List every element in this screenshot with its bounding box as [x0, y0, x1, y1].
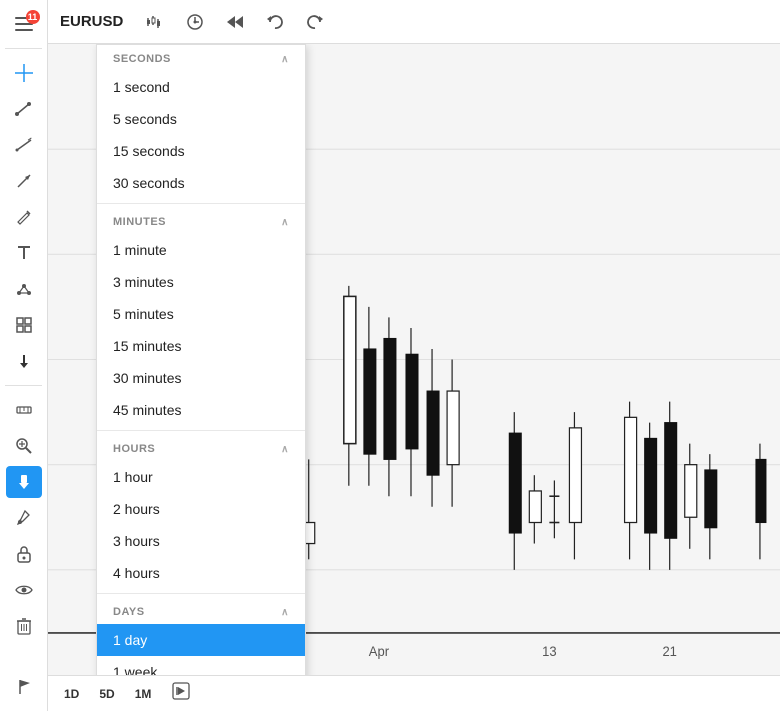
flag-icon[interactable] — [6, 671, 42, 703]
down-arrow-icon[interactable] — [6, 345, 42, 377]
timeframe-5d-button[interactable]: 5D — [91, 684, 122, 704]
arrow-icon[interactable] — [6, 165, 42, 197]
timeframe-1d-button[interactable]: 1D — [56, 684, 87, 704]
dropdown-item-minutes-3[interactable]: 15 minutes — [97, 330, 305, 362]
notification-badge: 11 — [26, 10, 40, 24]
dropdown-item-minutes-2[interactable]: 5 minutes — [97, 298, 305, 330]
eye-icon[interactable] — [6, 574, 42, 606]
dropdown-item-hours-3[interactable]: 4 hours — [97, 557, 305, 589]
ray-icon[interactable] — [6, 129, 42, 161]
chevron-hours: ∧ — [281, 444, 289, 455]
left-toolbar: 11 — [0, 0, 48, 711]
magnify-icon[interactable] — [6, 430, 42, 462]
lock-icon[interactable] — [6, 538, 42, 570]
brush-icon[interactable] — [6, 502, 42, 534]
trend-line-icon[interactable] — [6, 93, 42, 125]
dropdown-section-header-hours[interactable]: HOURS ∧ — [97, 435, 305, 461]
toolbar-divider-2 — [5, 385, 43, 386]
timeframe-1m-button[interactable]: 1M — [127, 684, 160, 704]
menu-icon[interactable]: 11 — [6, 8, 42, 40]
dropdown-item-minutes-5[interactable]: 45 minutes — [97, 394, 305, 426]
toolbar-divider-1 — [5, 48, 43, 49]
dropdown-item-minutes-0[interactable]: 1 minute — [97, 234, 305, 266]
dropdown-section-header-seconds[interactable]: SECONDS ∧ — [97, 45, 305, 71]
dropdown-item-minutes-1[interactable]: 3 minutes — [97, 266, 305, 298]
shape-icon[interactable] — [6, 309, 42, 341]
dropdown-item-seconds-2[interactable]: 15 seconds — [97, 135, 305, 167]
replay-icon[interactable] — [171, 681, 191, 706]
svg-text:13: 13 — [542, 644, 556, 659]
trash-icon[interactable] — [6, 610, 42, 642]
dropdown-divider-2 — [97, 593, 305, 594]
dropdown-item-seconds-1[interactable]: 5 seconds — [97, 103, 305, 135]
node-icon[interactable] — [6, 273, 42, 305]
svg-text:Apr: Apr — [369, 644, 390, 659]
svg-text:21: 21 — [662, 644, 676, 659]
crosshair-icon[interactable] — [6, 57, 42, 89]
dropdown-section-header-minutes[interactable]: MINUTES ∧ — [97, 208, 305, 234]
section-label-seconds: SECONDS — [113, 53, 171, 65]
timeframe-dropdown: SECONDS ∧ 1 second5 seconds15 seconds30 se… — [96, 44, 306, 675]
dropdown-item-days-0[interactable]: 1 day — [97, 624, 305, 656]
undo-icon[interactable] — [259, 7, 291, 37]
indicator-icon[interactable] — [179, 7, 211, 37]
dropdown-divider-0 — [97, 203, 305, 204]
dropdown-item-minutes-4[interactable]: 30 minutes — [97, 362, 305, 394]
dropdown-section-header-days[interactable]: DAYS ∧ — [97, 598, 305, 624]
main-area: EURUSD — [48, 0, 780, 711]
text-icon[interactable] — [6, 237, 42, 269]
dropdown-item-hours-2[interactable]: 3 hours — [97, 525, 305, 557]
section-label-hours: HOURS — [113, 443, 155, 455]
chevron-seconds: ∧ — [281, 54, 289, 65]
rewind-icon[interactable] — [219, 7, 251, 37]
redo-icon[interactable] — [299, 7, 331, 37]
symbol-label: EURUSD — [60, 13, 123, 30]
dropdown-item-seconds-0[interactable]: 1 second — [97, 71, 305, 103]
dropdown-item-hours-0[interactable]: 1 hour — [97, 461, 305, 493]
chevron-minutes: ∧ — [281, 217, 289, 228]
section-label-minutes: MINUTES — [113, 216, 166, 228]
dropdown-item-hours-1[interactable]: 2 hours — [97, 493, 305, 525]
pen-icon[interactable] — [6, 201, 42, 233]
pin-icon[interactable] — [6, 466, 42, 498]
chart-area: 24 Apr 13 21 SECONDS∧1 second5 seconds15… — [48, 44, 780, 675]
section-label-days: DAYS — [113, 606, 145, 618]
dropdown-item-seconds-3[interactable]: 30 seconds — [97, 167, 305, 199]
chart-type-icon[interactable] — [139, 7, 171, 37]
dropdown-item-days-1[interactable]: 1 week — [97, 656, 305, 675]
chevron-days: ∧ — [281, 607, 289, 618]
top-bar: EURUSD — [48, 0, 780, 44]
bottom-bar: 1D 5D 1M — [48, 675, 780, 711]
dropdown-divider-1 — [97, 430, 305, 431]
app-container: 11 — [0, 0, 780, 711]
ruler-icon[interactable] — [6, 394, 42, 426]
